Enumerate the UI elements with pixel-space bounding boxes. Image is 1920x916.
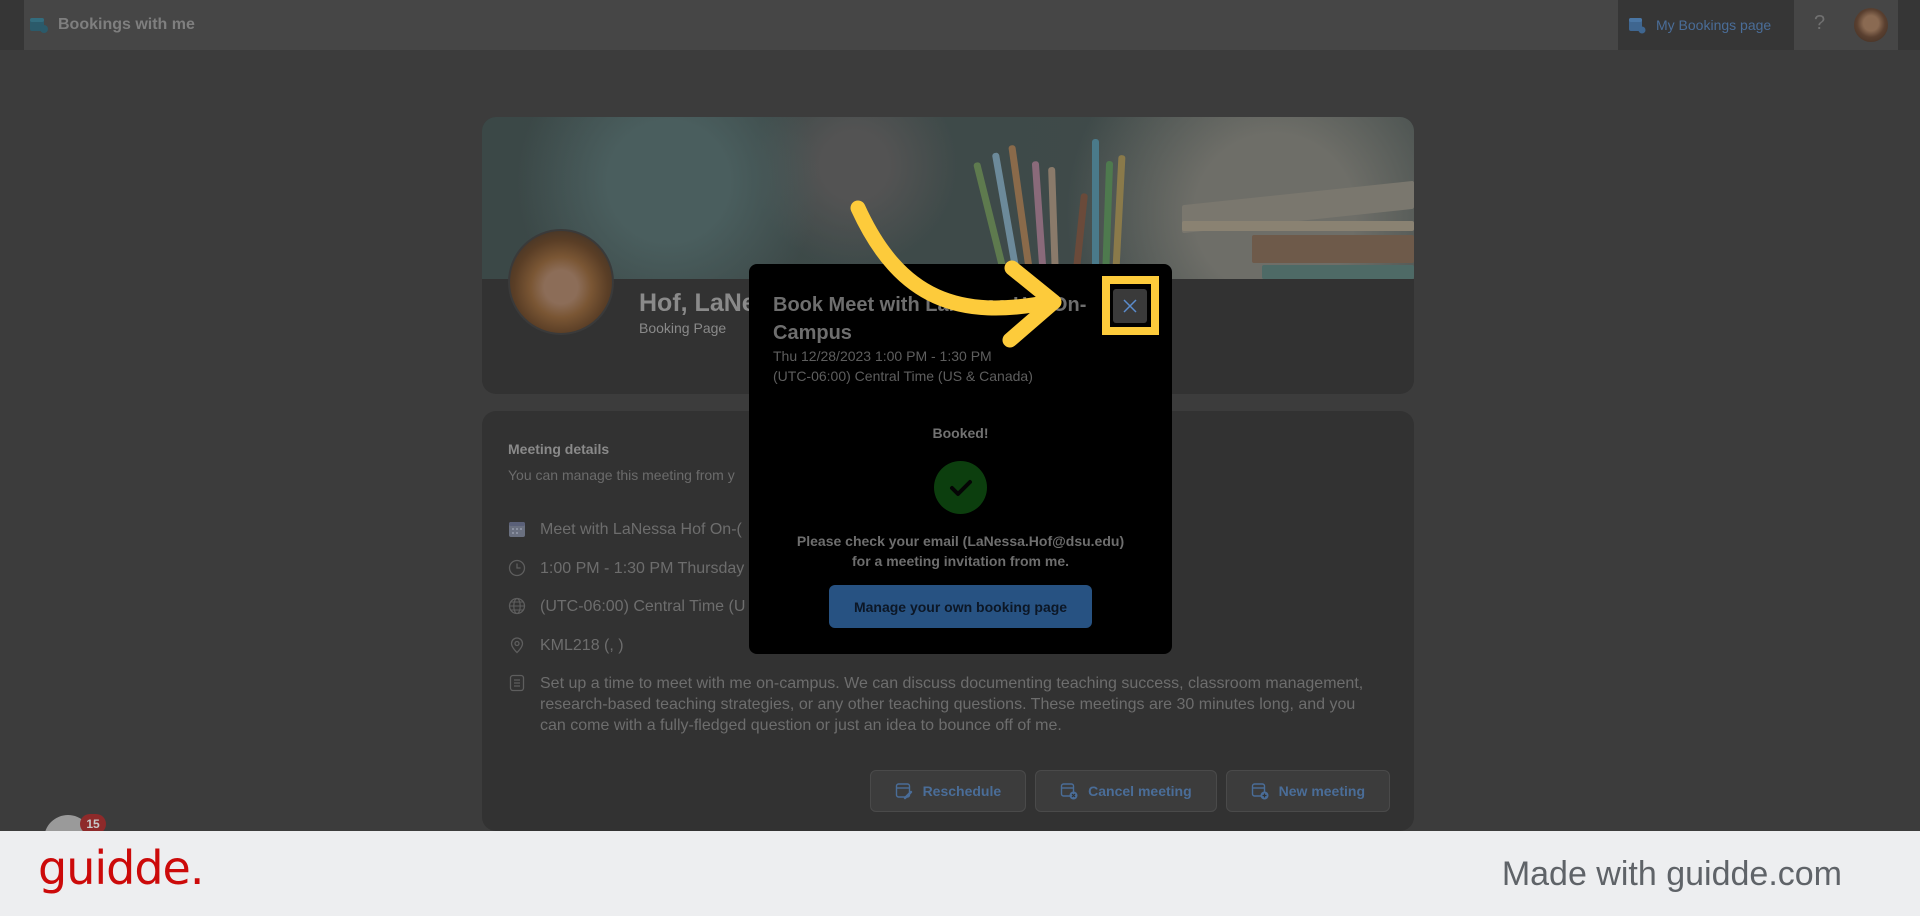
detail-row-location: KML218 (, ) <box>508 635 624 656</box>
profile-subtitle: Booking Page <box>639 320 727 336</box>
close-dialog-button[interactable] <box>1113 289 1147 323</box>
detail-row-time: 1:00 PM - 1:30 PM Thursday <box>508 558 744 579</box>
location-icon <box>510 637 524 654</box>
booking-confirmation-dialog: Book Meet with LaNessa Hof On-Campus Thu… <box>749 264 1172 654</box>
banner-book <box>1262 265 1414 279</box>
banner-pencil <box>1112 154 1126 280</box>
dialog-datetime: Thu 12/28/2023 1:00 PM - 1:30 PM (UTC-06… <box>773 346 1033 386</box>
new-meeting-label: New meeting <box>1278 783 1365 799</box>
cancel-meeting-button[interactable]: Cancel meeting <box>1035 770 1217 812</box>
header-actions: ? <box>1794 0 1898 50</box>
reschedule-label: Reschedule <box>922 783 1002 799</box>
cancel-meeting-icon <box>1060 783 1078 800</box>
banner-pencil <box>1031 161 1047 280</box>
manage-booking-page-button[interactable]: Manage your own booking page <box>829 585 1092 628</box>
user-avatar[interactable] <box>1854 8 1888 42</box>
dialog-date: Thu 12/28/2023 1:00 PM - 1:30 PM <box>773 348 992 364</box>
bookings-app-icon <box>30 18 48 33</box>
dialog-title: Book Meet with LaNessa Hof On-Campus <box>773 294 1087 344</box>
calendar-icon <box>509 522 525 537</box>
help-icon[interactable]: ? <box>1814 12 1825 35</box>
booked-status: Booked! <box>932 425 989 441</box>
my-bookings-label: My Bookings page <box>1656 17 1772 33</box>
meeting-name: Meet with LaNessa Hof On-( <box>540 521 742 538</box>
profile-photo <box>508 229 614 335</box>
profile-name: Hof, LaNe <box>639 289 756 317</box>
email-message-line-1: Please check your email (LaNessa.Hof@dsu… <box>796 533 1125 549</box>
top-bar: Bookings with me My Bookings page ? <box>0 0 1920 50</box>
guidde-footer: guidde. Made with guidde.com <box>0 831 1920 916</box>
email-message-line-2: for a meeting invitation from me. <box>851 553 1070 569</box>
meeting-timezone: (UTC-06:00) Central Time (U <box>540 598 746 615</box>
close-icon <box>1123 299 1137 313</box>
cancel-meeting-label: Cancel meeting <box>1088 783 1192 799</box>
new-meeting-icon <box>1251 783 1269 800</box>
banner-book <box>1252 235 1414 263</box>
detail-row-timezone: (UTC-06:00) Central Time (U <box>508 596 745 617</box>
banner-book <box>1182 221 1414 231</box>
banner-pencil <box>1092 139 1099 279</box>
app-title: Bookings with me <box>58 16 195 33</box>
success-check-icon <box>934 461 987 514</box>
detail-row-description: Set up a time to meet with me on-campus.… <box>508 673 1370 736</box>
banner-pencil <box>1048 166 1059 280</box>
notes-icon <box>509 674 525 692</box>
profile-banner-image <box>482 117 1414 280</box>
banner-pencil <box>1102 160 1114 280</box>
globe-icon <box>508 597 526 615</box>
meeting-details-title: Meeting details <box>508 441 610 457</box>
clock-icon <box>508 559 526 577</box>
bookings-page-icon <box>1629 18 1646 34</box>
guidde-logo: guidde. <box>38 841 204 895</box>
app-header: Bookings with me <box>24 0 1618 50</box>
email-confirmation-message: Please check your email (LaNessa.Hof@dsu… <box>749 531 1172 571</box>
detail-row-meeting: Meet with LaNessa Hof On-( <box>508 519 742 540</box>
meeting-location: KML218 (, ) <box>540 637 624 654</box>
dialog-timezone: (UTC-06:00) Central Time (US & Canada) <box>773 368 1033 384</box>
reschedule-button[interactable]: Reschedule <box>869 770 1027 812</box>
my-bookings-page-link[interactable]: My Bookings page <box>1618 0 1794 50</box>
checkmark-icon <box>949 479 972 496</box>
new-meeting-button[interactable]: New meeting <box>1225 770 1390 812</box>
meeting-time: 1:00 PM - 1:30 PM Thursday <box>540 560 745 577</box>
meeting-details-subtitle: You can manage this meeting from y <box>508 467 735 483</box>
meeting-actions: Reschedule Cancel meeting New meeting <box>869 770 1390 812</box>
reschedule-icon <box>895 783 912 800</box>
made-with-guidde: Made with guidde.com <box>1501 855 1842 893</box>
meeting-description: Set up a time to meet with me on-campus.… <box>540 675 1364 734</box>
